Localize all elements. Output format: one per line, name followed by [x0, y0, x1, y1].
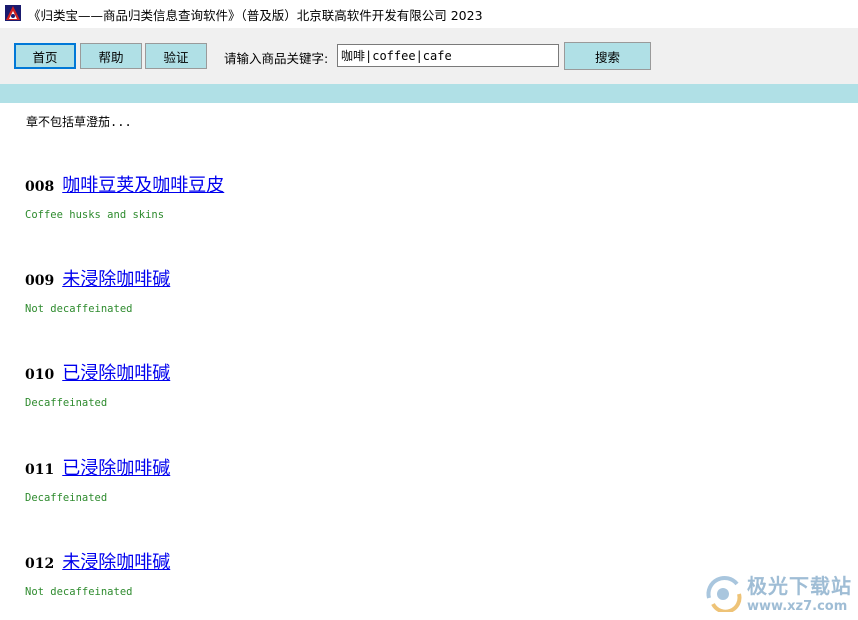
entry-title-link[interactable]: 未浸除咖啡碱	[62, 548, 170, 574]
entry-title-link[interactable]: 已浸除咖啡碱	[62, 359, 170, 385]
entry-title-link[interactable]: 未浸除咖啡碱	[62, 265, 170, 291]
watermark-text: 极光下载站 www.xz7.com	[747, 570, 852, 614]
entry-title-link[interactable]: 已浸除咖啡碱	[62, 454, 170, 480]
entry-title-link[interactable]: 咖啡豆荚及咖啡豆皮	[62, 171, 224, 197]
entry-head: 009 未浸除咖啡碱	[25, 265, 170, 291]
entry-description: Not decaffeinated	[25, 303, 133, 315]
entry-code: 008	[25, 179, 55, 195]
watermark-logo-icon	[706, 576, 742, 612]
entry-description: Decaffeinated	[25, 397, 108, 409]
result-entry: 010 已浸除咖啡碱 Decaffeinated	[25, 359, 170, 409]
chapter-note: 章不包括草澄茄...	[26, 115, 132, 129]
verify-button[interactable]: 验证	[145, 43, 207, 69]
result-entry: 008 咖啡豆荚及咖啡豆皮 Coffee husks and skins	[25, 171, 224, 221]
watermark-url: www.xz7.com	[747, 599, 848, 614]
entry-code: 009	[25, 273, 55, 289]
entry-description: Decaffeinated	[25, 492, 108, 504]
search-button[interactable]: 搜索	[564, 42, 651, 70]
entry-head: 008 咖啡豆荚及咖啡豆皮	[25, 171, 224, 197]
site-watermark: 极光下载站 www.xz7.com	[703, 570, 852, 614]
search-prompt-label: 请输入商品关键字:	[224, 51, 329, 66]
app-logo-icon	[5, 5, 21, 21]
entry-description: Not decaffeinated	[25, 586, 133, 598]
results-panel: 章不包括草澄茄... 008 咖啡豆荚及咖啡豆皮 Coffee husks an…	[0, 103, 858, 620]
result-entry: 011 已浸除咖啡碱 Decaffeinated	[25, 454, 170, 504]
entry-head: 012 未浸除咖啡碱	[25, 548, 170, 574]
result-entry: 009 未浸除咖啡碱 Not decaffeinated	[25, 265, 170, 315]
entry-description: Coffee husks and skins	[25, 209, 165, 221]
entry-code: 011	[25, 462, 55, 478]
entry-code: 012	[25, 556, 55, 572]
entry-head: 010 已浸除咖啡碱	[25, 359, 170, 385]
window-title: 《归类宝——商品归类信息查询软件》（普及版）北京联高软件开发有限公司 2023	[28, 8, 483, 23]
home-button[interactable]: 首页	[14, 43, 76, 69]
toolbar: 首页 帮助 验证 请输入商品关键字: 搜索	[0, 28, 858, 84]
entry-code: 010	[25, 367, 55, 383]
title-bar: 《归类宝——商品归类信息查询软件》（普及版）北京联高软件开发有限公司 2023	[0, 0, 858, 28]
search-input[interactable]	[337, 44, 559, 67]
entry-head: 011 已浸除咖啡碱	[25, 454, 170, 480]
help-button[interactable]: 帮助	[80, 43, 142, 69]
result-entry: 012 未浸除咖啡碱 Not decaffeinated	[25, 548, 170, 598]
watermark-name: 极光下载站	[747, 574, 852, 598]
separator-band	[0, 84, 858, 103]
